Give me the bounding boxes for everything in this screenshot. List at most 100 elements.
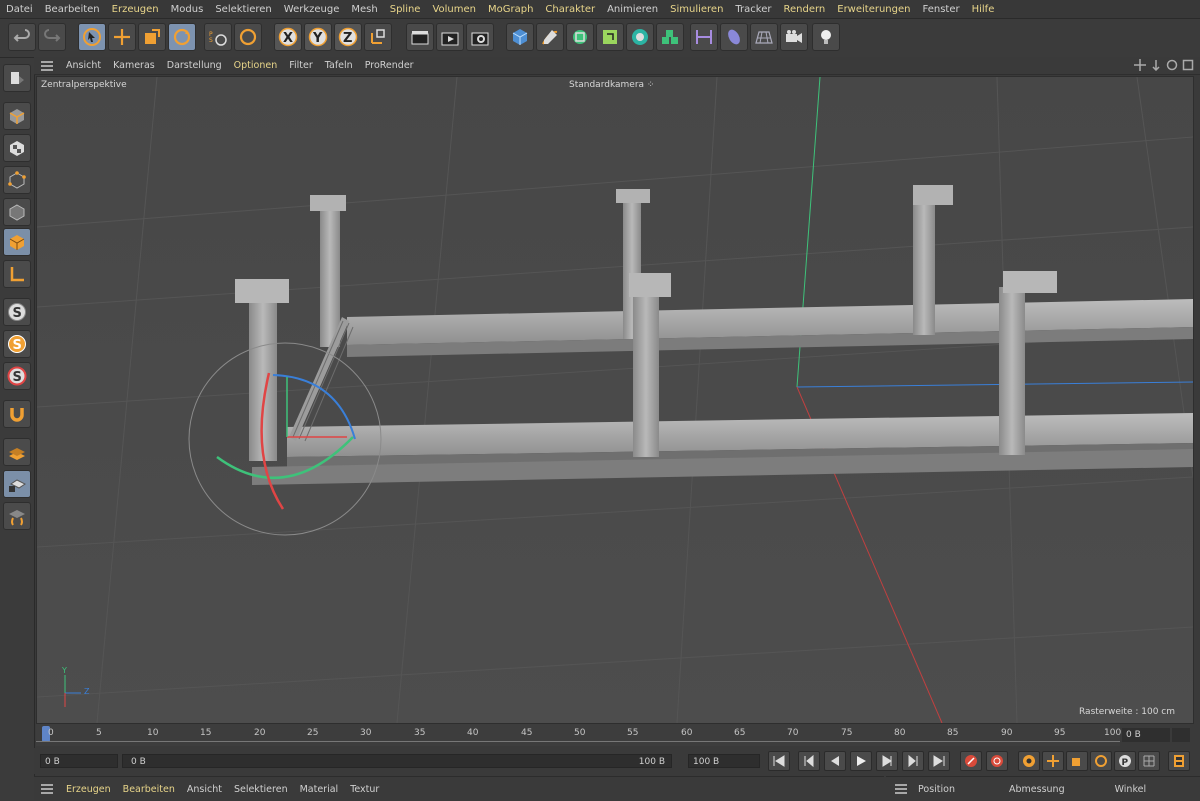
pen-spline-button[interactable] [536, 23, 564, 51]
rotation-key-button[interactable] [1090, 751, 1112, 771]
hamburger-icon[interactable] [40, 784, 54, 794]
render-view-button[interactable] [406, 23, 434, 51]
prev-key-button[interactable] [798, 751, 820, 771]
3d-viewport[interactable]: Zentralperspektive Standardkamera ⁘ Y Z … [36, 76, 1194, 724]
next-key-button[interactable] [902, 751, 924, 771]
workplane-button[interactable] [3, 438, 31, 466]
scale-tool-button[interactable] [138, 23, 166, 51]
auto-key-button[interactable] [986, 751, 1008, 771]
goto-start-button[interactable] [768, 751, 790, 771]
viewport-menu-optionen[interactable]: Optionen [228, 60, 284, 71]
current-frame-field[interactable]: 0 B [1122, 728, 1170, 742]
floor-object-button[interactable] [750, 23, 778, 51]
menu-charakter[interactable]: Charakter [539, 4, 601, 15]
light-object-button[interactable] [812, 23, 840, 51]
tweak-mode-button[interactable] [3, 400, 31, 428]
position-key-button[interactable] [1042, 751, 1064, 771]
edges-mode-button[interactable] [3, 198, 31, 226]
rotate-tool-button[interactable] [168, 23, 196, 51]
menu-hilfe[interactable]: Hilfe [966, 4, 1001, 15]
play-button[interactable] [850, 751, 872, 771]
cube-object-button[interactable] [506, 23, 534, 51]
workplane-snap-button[interactable]: S [3, 362, 31, 390]
coordinate-system-button[interactable] [364, 23, 392, 51]
menu-datei[interactable]: Datei [0, 4, 39, 15]
next-frame-button[interactable] [876, 751, 898, 771]
make-editable-button[interactable] [3, 64, 31, 92]
cloner-button[interactable] [626, 23, 654, 51]
subdivision-button[interactable] [566, 23, 594, 51]
mograph-effector-button[interactable] [656, 23, 684, 51]
end-frame-field[interactable]: 100 B [688, 754, 760, 768]
locked-workplane-button[interactable] [3, 470, 31, 498]
material-menu-textur[interactable]: Textur [344, 784, 385, 795]
prev-frame-button[interactable] [824, 751, 846, 771]
menu-selektieren[interactable]: Selektieren [209, 4, 277, 15]
menu-tracker[interactable]: Tracker [729, 4, 777, 15]
menu-mograph[interactable]: MoGraph [482, 4, 539, 15]
goto-end-button[interactable] [928, 751, 950, 771]
parameter-key-button[interactable]: P [1114, 751, 1136, 771]
planar-workplane-button[interactable] [3, 502, 31, 530]
menu-animieren[interactable]: Animieren [601, 4, 664, 15]
y-axis-lock-button[interactable]: Y [304, 23, 332, 51]
orbit-icon[interactable] [1166, 59, 1178, 71]
viewport-camera-label[interactable]: Standardkamera ⁘ [569, 80, 654, 90]
viewport-menu-prorender[interactable]: ProRender [359, 60, 420, 71]
snap-toggle-button[interactable]: S [3, 298, 31, 326]
menu-modus[interactable]: Modus [165, 4, 210, 15]
points-mode-button[interactable] [3, 166, 31, 194]
render-picture-viewer-button[interactable] [436, 23, 464, 51]
menu-erweiterungen[interactable]: Erweiterungen [831, 4, 916, 15]
undo-button[interactable] [8, 23, 36, 51]
environment-button[interactable] [720, 23, 748, 51]
scale-key-button[interactable] [1066, 751, 1088, 771]
material-menu-bearbeiten[interactable]: Bearbeiten [117, 784, 181, 795]
material-menu-selektieren[interactable]: Selektieren [228, 784, 294, 795]
deformer-button[interactable] [690, 23, 718, 51]
preview-range-slider[interactable]: 0 B 100 B [122, 754, 672, 768]
menu-simulieren[interactable]: Simulieren [664, 4, 729, 15]
model-mode-button[interactable] [3, 102, 31, 130]
menu-bearbeiten[interactable]: Bearbeiten [39, 4, 106, 15]
menu-mesh[interactable]: Mesh [345, 4, 383, 15]
axis-mode-button[interactable] [3, 260, 31, 288]
live-selection-button[interactable] [78, 23, 106, 51]
menu-spline[interactable]: Spline [384, 4, 427, 15]
menu-erzeugen[interactable]: Erzeugen [106, 4, 165, 15]
menu-volumen[interactable]: Volumen [426, 4, 482, 15]
texture-mode-button[interactable] [3, 134, 31, 162]
polygons-mode-button[interactable] [3, 228, 31, 256]
menu-werkzeuge[interactable]: Werkzeuge [278, 4, 346, 15]
x-axis-lock-button[interactable]: X [274, 23, 302, 51]
material-menu-ansicht[interactable]: Ansicht [181, 784, 228, 795]
timeline-button[interactable] [1168, 751, 1190, 771]
menu-rendern[interactable]: Rendern [777, 4, 831, 15]
viewport-menu-ansicht[interactable]: Ansicht [60, 60, 107, 71]
point-level-key-button[interactable] [1138, 751, 1160, 771]
frame-options-icon[interactable] [1172, 728, 1190, 742]
move-tool-button[interactable] [108, 23, 136, 51]
keyframe-selection-button[interactable] [1018, 751, 1040, 771]
transform-tool-button[interactable]: PS [204, 23, 232, 51]
timeline-ruler[interactable]: 0 5 10 15 20 25 30 35 40 45 50 55 60 65 … [36, 724, 1121, 746]
start-frame-field[interactable]: 0 B [40, 754, 118, 768]
render-settings-button[interactable] [466, 23, 494, 51]
extrude-generator-button[interactable] [596, 23, 624, 51]
viewport-menu-kameras[interactable]: Kameras [107, 60, 161, 71]
viewport-menu-filter[interactable]: Filter [283, 60, 319, 71]
viewport-menu-tafeln[interactable]: Tafeln [319, 60, 359, 71]
snap-settings-button[interactable]: S [3, 330, 31, 358]
hamburger-icon[interactable] [894, 784, 908, 794]
camera-object-button[interactable] [780, 23, 808, 51]
pan-icon[interactable] [1134, 59, 1146, 71]
viewport-menu-darstellung[interactable]: Darstellung [161, 60, 228, 71]
maximize-icon[interactable] [1182, 59, 1194, 71]
hamburger-icon[interactable] [40, 60, 54, 71]
material-menu-material[interactable]: Material [294, 784, 345, 795]
recent-tool-button[interactable] [234, 23, 262, 51]
menu-fenster[interactable]: Fenster [917, 4, 966, 15]
material-menu-erzeugen[interactable]: Erzeugen [60, 784, 117, 795]
z-axis-lock-button[interactable]: Z [334, 23, 362, 51]
zoom-icon[interactable] [1150, 59, 1162, 71]
